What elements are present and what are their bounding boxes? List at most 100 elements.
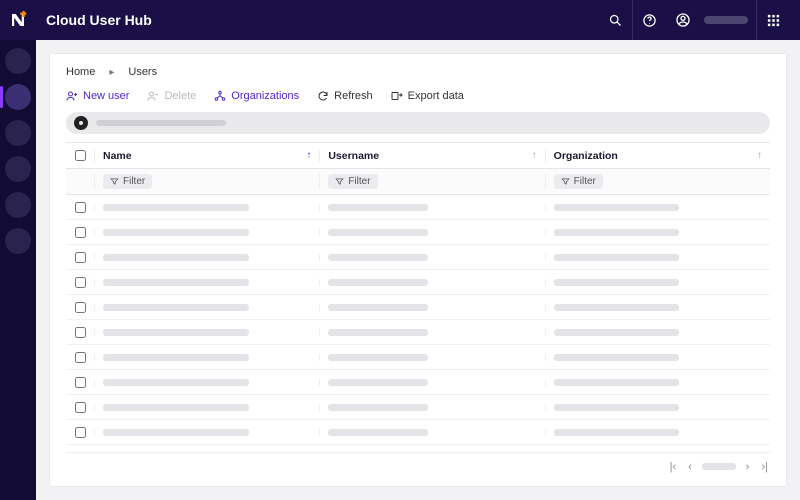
sidebar-item[interactable] [5,84,31,110]
filter-name-button[interactable]: Filter [103,174,152,189]
cell-username-placeholder [328,254,428,261]
table-body [66,195,770,452]
refresh-icon [317,90,329,102]
pager-last-button[interactable]: ›| [759,461,770,473]
toolbar: New user Delete Organizations [66,90,770,102]
help-icon [642,13,657,28]
pager-position-placeholder [702,463,736,470]
filter-username-button[interactable]: Filter [328,174,377,189]
brand-logo [0,0,36,40]
table-row[interactable] [66,220,770,245]
table-row[interactable] [66,345,770,370]
cell-username-placeholder [328,354,428,361]
export-button[interactable]: Export data [391,90,464,102]
cell-org-placeholder [554,229,679,236]
cell-name-placeholder [103,229,249,236]
table-row[interactable] [66,295,770,320]
cell-org-placeholder [554,354,679,361]
column-header-name[interactable]: Name ↑ [94,150,319,162]
breadcrumb-home[interactable]: Home [66,66,95,78]
cell-username-placeholder [328,404,428,411]
cell-org-placeholder [554,429,679,436]
cell-name-placeholder [103,204,249,211]
breadcrumb-current: Users [128,66,157,78]
filter-icon [335,177,344,186]
user-icon [675,12,691,28]
cell-username-placeholder [328,329,428,336]
breadcrumb: Home ▸ Users [66,66,770,78]
row-checkbox[interactable] [75,277,86,288]
select-all-checkbox[interactable] [75,150,86,161]
cell-name-placeholder [103,279,249,286]
cell-username-placeholder [328,229,428,236]
new-user-button[interactable]: New user [66,90,129,102]
table-filter-row: Filter Filter Filter [66,169,770,195]
search-bar[interactable] [66,112,770,134]
organizations-button[interactable]: Organizations [214,90,299,102]
column-username-label: Username [328,150,379,162]
cell-org-placeholder [554,204,679,211]
delete-label: Delete [164,90,196,102]
table-row[interactable] [66,420,770,445]
table-header: Name ↑ Username ↑ Organization ↑ [66,143,770,169]
sidebar-item[interactable] [5,228,31,254]
org-icon [214,90,226,102]
table-row[interactable] [66,245,770,270]
cell-name-placeholder [103,329,249,336]
filter-label: Filter [574,176,596,187]
cell-org-placeholder [554,329,679,336]
global-search-button[interactable] [598,0,632,40]
pager-first-button[interactable]: |‹ [668,461,679,473]
sidebar-item[interactable] [5,48,31,74]
row-checkbox[interactable] [75,327,86,338]
column-header-organization[interactable]: Organization ↑ [545,150,770,162]
sidebar [0,40,36,500]
cell-org-placeholder [554,279,679,286]
sidebar-item[interactable] [5,156,31,182]
table-row[interactable] [66,270,770,295]
sort-asc-icon: ↑ [306,150,311,161]
table-row[interactable] [66,395,770,420]
filter-icon [561,177,570,186]
logo-icon [9,11,27,29]
pager: |‹ ‹ › ›| [66,452,770,476]
row-checkbox[interactable] [75,352,86,363]
sidebar-item[interactable] [5,120,31,146]
export-label: Export data [408,90,464,102]
row-checkbox[interactable] [75,302,86,313]
table-row[interactable] [66,320,770,345]
sidebar-item[interactable] [5,192,31,218]
cell-org-placeholder [554,254,679,261]
apps-grid-icon [766,13,781,28]
delete-button: Delete [147,90,196,102]
refresh-button[interactable]: Refresh [317,90,373,102]
account-name-placeholder [704,16,748,24]
table-row[interactable] [66,445,770,452]
table-row[interactable] [66,370,770,395]
filter-label: Filter [123,176,145,187]
apps-button[interactable] [756,0,790,40]
cell-name-placeholder [103,304,249,311]
pager-next-button[interactable]: › [744,461,752,473]
cell-name-placeholder [103,429,249,436]
filter-label: Filter [348,176,370,187]
app-title: Cloud User Hub [46,12,152,28]
column-header-username[interactable]: Username ↑ [319,150,544,162]
filter-icon [110,177,119,186]
main-area: Home ▸ Users New user [36,40,800,500]
help-button[interactable] [632,0,666,40]
row-checkbox[interactable] [75,427,86,438]
row-checkbox[interactable] [75,202,86,213]
account-button[interactable] [666,0,700,40]
table-row[interactable] [66,195,770,220]
filter-org-button[interactable]: Filter [554,174,603,189]
row-checkbox[interactable] [75,227,86,238]
row-checkbox[interactable] [75,377,86,388]
row-checkbox[interactable] [75,402,86,413]
pager-prev-button[interactable]: ‹ [686,461,694,473]
cell-org-placeholder [554,404,679,411]
cell-username-placeholder [328,429,428,436]
cell-org-placeholder [554,304,679,311]
users-table: Name ↑ Username ↑ Organization ↑ [66,142,770,476]
row-checkbox[interactable] [75,252,86,263]
